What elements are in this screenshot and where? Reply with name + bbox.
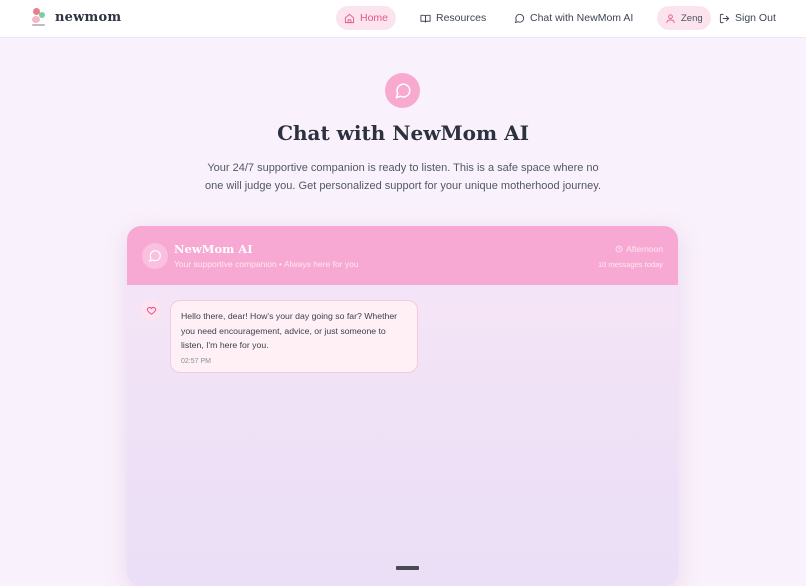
nav-home-label: Home — [360, 12, 389, 24]
message-time: 02:57 PM — [181, 357, 211, 365]
page-title: Chat with NewMom AI — [277, 121, 529, 145]
message-text: Hello there, dear! How's your day going … — [181, 311, 398, 350]
brand-name: newmom — [55, 9, 122, 25]
time-of-day: Afternoon — [598, 244, 663, 254]
hero-chat-icon — [385, 73, 420, 108]
sign-out-button[interactable]: Sign Out — [711, 6, 784, 30]
message-count: 10 messages today — [597, 260, 663, 269]
chat-stats: Afternoon 10 messages today — [598, 244, 663, 269]
message-bubble: Hello there, dear! How's your day going … — [170, 300, 418, 373]
navbar: newmom Home Resources Chat with NewMom A… — [0, 0, 806, 38]
chat-header: NewMom AI Your supportive companion • Al… — [127, 226, 678, 285]
user-icon — [666, 13, 675, 23]
scroll-handle[interactable] — [396, 566, 419, 570]
book-icon — [420, 14, 431, 23]
bot-avatar — [142, 243, 168, 269]
bot-name: NewMom AI — [174, 242, 253, 256]
user-name: Zeng — [681, 12, 703, 24]
message-avatar — [141, 300, 161, 320]
clock-icon — [615, 245, 623, 253]
brand-link[interactable]: newmom — [30, 7, 121, 27]
heart-icon — [146, 306, 156, 315]
nav-chat[interactable]: Chat with NewMom AI — [506, 6, 641, 30]
nav-resources-label: Resources — [436, 12, 487, 24]
page-subtitle: Your 24/7 supportive companion is ready … — [204, 162, 602, 192]
chat-panel: NewMom AI Your supportive companion • Al… — [127, 226, 678, 586]
logo-icon — [30, 7, 47, 27]
time-of-day-label: Afternoon — [626, 244, 663, 254]
user-menu[interactable]: Zeng — [657, 6, 711, 30]
nav-resources[interactable]: Resources — [412, 6, 494, 30]
sign-out-icon — [719, 13, 730, 23]
chat-bubble-icon — [395, 82, 411, 98]
nav-home[interactable]: Home — [336, 6, 397, 30]
nav-chat-label: Chat with NewMom AI — [530, 12, 634, 24]
chat-bubble-icon — [514, 13, 525, 23]
home-icon — [344, 13, 355, 23]
chat-bubble-icon — [149, 250, 161, 262]
bot-tagline: Your supportive companion • Always here … — [174, 259, 359, 269]
sign-out-label: Sign Out — [735, 12, 776, 24]
